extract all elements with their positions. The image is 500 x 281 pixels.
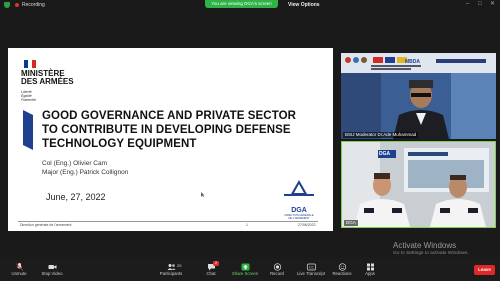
unmute-label: Unmute (11, 271, 27, 276)
unmute-button[interactable]: Unmute (6, 263, 32, 277)
apps-label: Apps (365, 271, 375, 276)
close-icon[interactable]: ✕ (490, 1, 495, 8)
svg-text:CC: CC (309, 266, 314, 270)
participant-name-label: DGA (344, 220, 358, 226)
participant-video-tile[interactable]: MBDA BSIJ Moderator Dr.Ade Muhammad (341, 53, 496, 139)
live-transcript-button[interactable]: CC Live Transcript (294, 263, 328, 277)
participant-video-feed (341, 53, 496, 139)
slide-title-line: TO CONTRIBUTE IN DEVELOPING DEFENSE (42, 124, 291, 136)
ministry-line2: DES ARMÉES (21, 77, 74, 86)
ministry-name: MINISTÈRE DES ARMÉES (21, 70, 74, 86)
reactions-label: Reactions (332, 271, 352, 276)
dga-logo: DGA DIRECTION GÉNÉRALE DE L'ARMEMENT (282, 180, 316, 220)
participant-video-tile-active[interactable]: DGA DGA (341, 141, 496, 228)
tile-banner-text: MBDA (405, 59, 420, 65)
recording-icon (15, 3, 19, 7)
maximize-icon[interactable]: □ (478, 1, 482, 8)
record-label: Record (270, 271, 284, 276)
tile-logo-text: DGA (379, 151, 391, 157)
smiley-icon (338, 263, 346, 271)
chat-label: Chat (206, 271, 216, 276)
leave-meeting-button[interactable]: Leave (474, 265, 495, 275)
windows-activation-title: Activate Windows (393, 241, 457, 250)
microphone-muted-icon (15, 263, 23, 271)
stop-video-button[interactable]: Stop Video (38, 263, 66, 277)
motto-line: Fraternité (21, 98, 36, 102)
minimize-icon[interactable]: – (466, 1, 469, 8)
stop-video-label: Stop Video (41, 271, 63, 276)
french-flag-icon (24, 60, 36, 68)
slide-footer-page: 1 (246, 223, 248, 227)
windows-activation-subtitle: Go to Settings to activate Windows. (393, 251, 469, 256)
apps-grid-icon (366, 263, 374, 271)
closed-caption-icon: CC (306, 263, 316, 271)
record-icon (273, 263, 281, 271)
dga-emblem-icon (284, 180, 314, 196)
republic-motto: Liberté Égalité Fraternité (21, 90, 36, 102)
title-accent-bar (23, 110, 33, 150)
share-screen-label: Share Screen (231, 271, 259, 276)
apps-button[interactable]: Apps (361, 263, 379, 277)
slide-footer-organization: Direction générale de l'armement (20, 223, 72, 227)
presenter-name: Col (Eng.) Olivier Cam (42, 160, 108, 167)
slide-footer-divider (18, 221, 318, 222)
share-screen-button[interactable]: Share Screen (230, 263, 260, 277)
presentation-date: June, 27, 2022 (46, 192, 106, 202)
reactions-button[interactable]: Reactions (330, 263, 354, 277)
slide-title-line: GOOD GOVERNANCE AND PRIVATE SECTOR (42, 110, 297, 122)
slide-footer-date: 27/06/2022 (298, 223, 316, 227)
recording-label[interactable]: Recording (22, 1, 45, 9)
participant-name-label: BSIJ Moderator Dr.Ade Muhammad (343, 132, 419, 138)
share-screen-icon (241, 263, 249, 271)
security-shield-icon[interactable] (4, 2, 10, 8)
dga-logo-text: DGA (291, 207, 307, 214)
record-button[interactable]: Record (266, 263, 288, 277)
participant-video-feed (342, 142, 495, 227)
mouse-cursor-icon (201, 192, 205, 197)
participants-label: Participants (159, 271, 183, 276)
chat-unread-badge: 2 (213, 261, 219, 266)
video-camera-icon (48, 265, 56, 269)
participants-icon (167, 264, 176, 270)
presenter-name: Major (Eng.) Patrick Collignon (42, 169, 129, 176)
slide-title: GOOD GOVERNANCE AND PRIVATE SECTOR TO CO… (42, 109, 332, 151)
live-transcript-label: Live Transcript (297, 271, 325, 276)
slide-title-line: TECHNOLOGY EQUIPMENT (42, 138, 197, 150)
participants-count: 29 (177, 263, 182, 268)
chat-button[interactable]: 2 Chat (200, 261, 222, 277)
share-status-banner: You are viewing DGA's screen (205, 0, 278, 8)
view-options-button[interactable]: View Options (288, 1, 320, 9)
dga-logo-subtext: DE L'ARMEMENT (288, 217, 310, 220)
participants-button[interactable]: 29 Participants (156, 263, 186, 277)
